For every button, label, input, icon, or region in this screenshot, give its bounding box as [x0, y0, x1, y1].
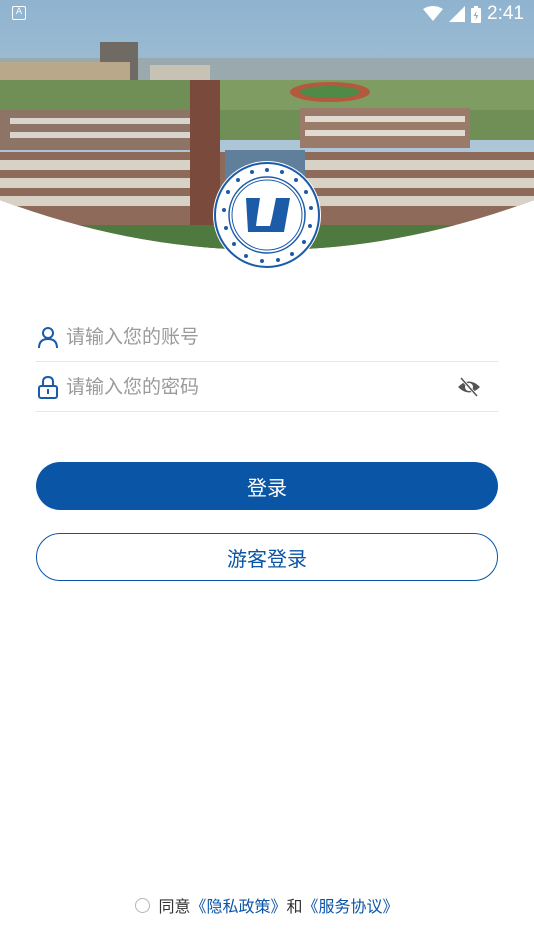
- password-field-row: [36, 362, 498, 412]
- service-agreement-link[interactable]: 《服务协议》: [303, 893, 399, 917]
- password-input[interactable]: [66, 366, 456, 407]
- eye-off-icon[interactable]: [456, 374, 482, 400]
- privacy-policy-link[interactable]: 《隐私政策》: [190, 893, 286, 917]
- account-input[interactable]: [66, 316, 498, 357]
- status-bar: A 2:41: [0, 0, 534, 28]
- notification-icon: A: [12, 6, 26, 20]
- guest-login-button[interactable]: 游客登录: [36, 533, 498, 581]
- cell-signal-icon: [449, 6, 466, 22]
- agreement-radio[interactable]: [135, 897, 151, 913]
- lock-icon: [38, 375, 58, 399]
- user-icon: [38, 326, 58, 348]
- wifi-icon: [423, 6, 444, 21]
- agreement-prefix: 同意: [158, 897, 191, 916]
- account-field-row: [36, 312, 498, 362]
- login-screen: A 2:41 请输入您的账号 登录 游客登录 同意 《隐私政策》 和 《服务协议…: [0, 0, 534, 950]
- login-button[interactable]: 登录: [36, 462, 498, 510]
- guest-login-button-label: 游客登录: [227, 546, 307, 571]
- status-time: 2:41: [487, 3, 524, 24]
- agreement-row: 同意 《隐私政策》 和 《服务协议》: [0, 892, 534, 918]
- login-button-label: 登录: [247, 475, 287, 500]
- battery-icon: [471, 5, 482, 23]
- college-logo: [212, 160, 322, 270]
- agreement-conjunction: 和: [286, 897, 303, 916]
